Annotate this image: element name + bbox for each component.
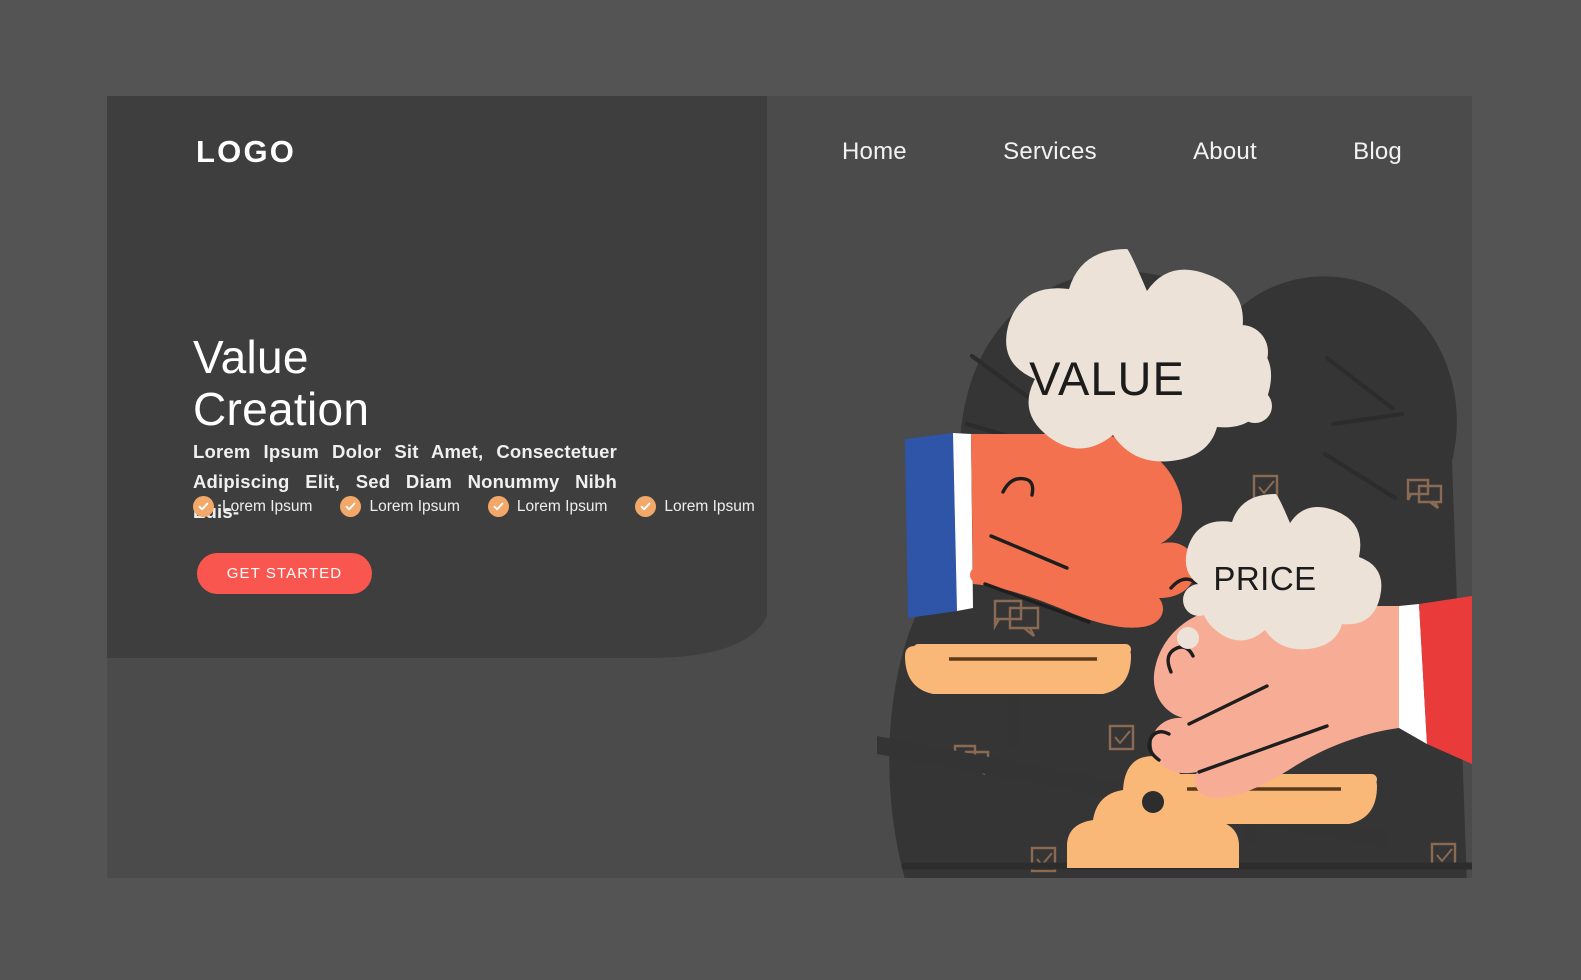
chat-bubbles-icon — [1406, 478, 1443, 509]
headline-line-1: Value — [193, 330, 309, 383]
price-bubble-text: PRICE — [1213, 560, 1316, 597]
feature-label: Lorem Ipsum — [664, 497, 755, 515]
value-bubble-text: VALUE — [1029, 352, 1185, 405]
feature-label: Lorem Ipsum — [516, 497, 608, 515]
value-thought-bubble: VALUE — [1006, 249, 1272, 462]
feature-label: Lorem Ipsum — [369, 497, 460, 515]
list-item: Lorem Ipsum — [193, 496, 312, 517]
chat-bubbles-icon — [993, 599, 1040, 637]
list-item: Lorem Ipsum — [340, 496, 460, 517]
get-started-button[interactable]: GET STARTED — [197, 553, 372, 594]
scale-pan-left — [905, 644, 1131, 694]
check-circle-icon — [340, 496, 362, 517]
checkbox-icon — [1108, 724, 1135, 751]
landing-page-card: LOGO Home Services About Blog Value Crea… — [107, 96, 1472, 878]
headline-line-2: Creation — [193, 382, 370, 435]
hand-value — [905, 433, 1202, 628]
list-item: Lorem Ipsum — [487, 496, 608, 517]
logo[interactable]: LOGO — [196, 134, 296, 170]
page-title: Value Creation — [193, 331, 369, 435]
check-circle-icon — [193, 496, 214, 517]
check-circle-icon — [635, 496, 657, 517]
list-item: Lorem Ipsum — [635, 496, 755, 517]
feature-label: Lorem Ipsum — [222, 497, 313, 515]
page-root: LOGO Home Services About Blog Value Crea… — [0, 0, 1581, 980]
hero-illustration: VALUE PRICE — [767, 156, 1472, 878]
check-circle-icon — [487, 496, 509, 517]
feature-list: Lorem Ipsum Lorem Ipsum Lorem Ipsum Lore… — [193, 496, 755, 517]
